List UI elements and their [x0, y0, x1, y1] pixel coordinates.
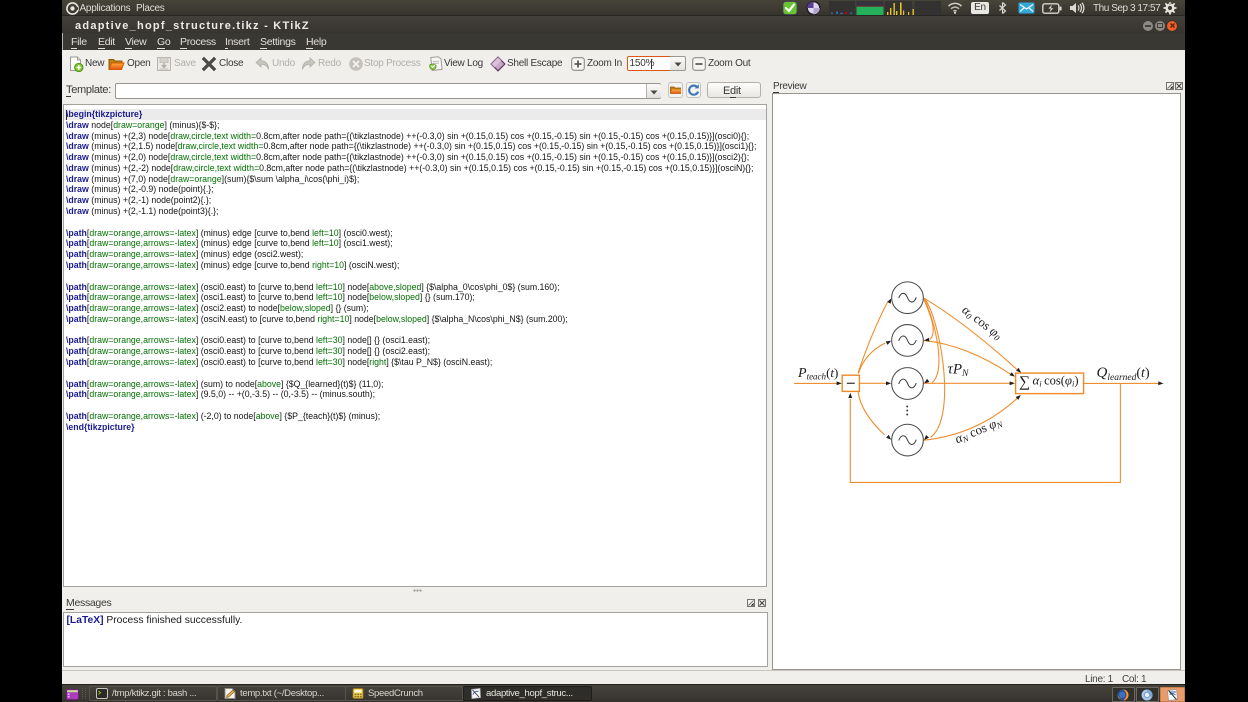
svg-text:Qlearned(t): Qlearned(t)	[1097, 365, 1150, 383]
svg-text:∑: ∑	[1019, 374, 1030, 391]
svg-text:Pteach(t): Pteach(t)	[797, 365, 838, 382]
svg-text:τPN: τPN	[948, 362, 970, 379]
svg-text:α0 cos φ0: α0 cos φ0	[959, 302, 1006, 343]
svg-text:αN cos φN: αN cos φN	[952, 413, 1005, 447]
